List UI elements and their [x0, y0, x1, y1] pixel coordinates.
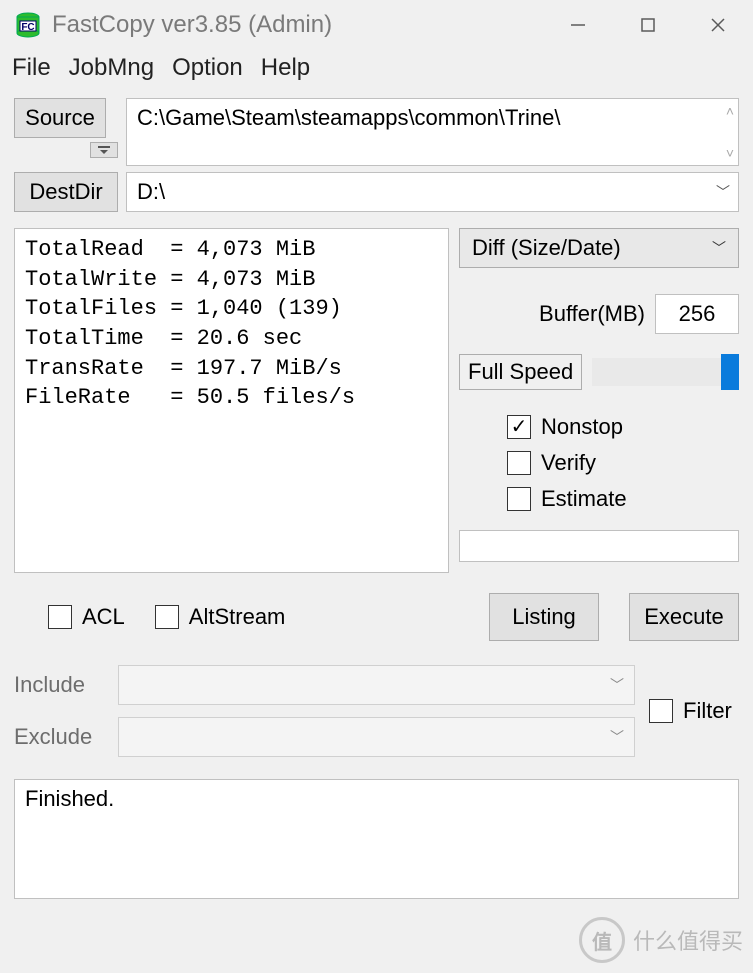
source-path-input[interactable]: C:\Game\Steam\steamapps\common\Trine\ ˄ …: [126, 98, 739, 166]
nonstop-checkbox[interactable]: [507, 415, 531, 439]
copy-mode-value: Diff (Size/Date): [472, 235, 621, 261]
maximize-button[interactable]: [613, 0, 683, 50]
watermark-text: 什么值得买: [633, 924, 743, 956]
altstream-label: AltStream: [189, 604, 286, 630]
scroll-up-icon[interactable]: ˄: [726, 103, 734, 119]
filter-checkbox-row[interactable]: Filter: [649, 698, 732, 724]
exclude-combo[interactable]: ﹀: [118, 717, 635, 757]
watermark-badge-icon: 值: [579, 917, 625, 963]
source-history-dropdown[interactable]: [90, 142, 118, 158]
watermark: 值 什么值得买: [579, 917, 743, 963]
buffer-input[interactable]: [655, 294, 739, 334]
listing-button[interactable]: Listing: [489, 593, 599, 641]
acl-checkbox[interactable]: [48, 605, 72, 629]
verify-checkbox[interactable]: [507, 451, 531, 475]
exclude-label: Exclude: [14, 724, 104, 750]
svg-text:FC: FC: [21, 22, 34, 33]
estimate-label: Estimate: [541, 486, 627, 512]
nonstop-label: Nonstop: [541, 414, 623, 440]
slider-thumb[interactable]: [721, 354, 739, 390]
stats-output: TotalRead = 4,073 MiB TotalWrite = 4,073…: [14, 228, 449, 573]
menu-file[interactable]: File: [12, 54, 51, 82]
filter-label: Filter: [683, 698, 732, 724]
copy-mode-combo[interactable]: Diff (Size/Date) ﹀: [459, 228, 739, 268]
nonstop-checkbox-row[interactable]: Nonstop: [507, 414, 739, 440]
buffer-label: Buffer(MB): [539, 301, 645, 327]
menu-help[interactable]: Help: [261, 54, 310, 82]
menu-option[interactable]: Option: [172, 54, 243, 82]
destdir-button[interactable]: DestDir: [14, 172, 118, 212]
close-button[interactable]: [683, 0, 753, 50]
menubar: File JobMng Option Help: [0, 50, 753, 90]
verify-label: Verify: [541, 450, 596, 476]
window-title: FastCopy ver3.85 (Admin): [52, 11, 543, 39]
verify-checkbox-row[interactable]: Verify: [507, 450, 739, 476]
estimate-checkbox[interactable]: [507, 487, 531, 511]
acl-checkbox-row[interactable]: ACL: [48, 604, 125, 630]
speed-label: Full Speed: [459, 354, 582, 390]
source-path-text: C:\Game\Steam\steamapps\common\Trine\: [137, 105, 560, 130]
include-combo[interactable]: ﹀: [118, 665, 635, 705]
altstream-checkbox[interactable]: [155, 605, 179, 629]
scroll-down-icon[interactable]: ˅: [726, 145, 734, 161]
titlebar: FC FastCopy ver3.85 (Admin): [0, 0, 753, 50]
chevron-down-icon: ﹀: [712, 238, 726, 258]
estimate-checkbox-row[interactable]: Estimate: [507, 486, 739, 512]
app-icon: FC: [14, 11, 42, 39]
dest-path-input[interactable]: D:\ ﹀: [126, 172, 739, 212]
execute-button[interactable]: Execute: [629, 593, 739, 641]
filter-checkbox[interactable]: [649, 699, 673, 723]
log-text: Finished.: [25, 786, 114, 811]
log-output: Finished.: [14, 779, 739, 899]
status-field: [459, 530, 739, 562]
chevron-down-icon: ﹀: [610, 727, 624, 747]
chevron-down-icon: ﹀: [610, 675, 624, 695]
acl-label: ACL: [82, 604, 125, 630]
chevron-down-icon[interactable]: ﹀: [716, 182, 730, 202]
minimize-button[interactable]: [543, 0, 613, 50]
include-label: Include: [14, 672, 104, 698]
source-scroll-arrows[interactable]: ˄ ˅: [726, 103, 734, 161]
menu-jobmng[interactable]: JobMng: [69, 54, 154, 82]
source-button[interactable]: Source: [14, 98, 106, 138]
altstream-checkbox-row[interactable]: AltStream: [155, 604, 286, 630]
dest-path-text: D:\: [137, 179, 165, 205]
speed-slider[interactable]: [592, 358, 739, 386]
